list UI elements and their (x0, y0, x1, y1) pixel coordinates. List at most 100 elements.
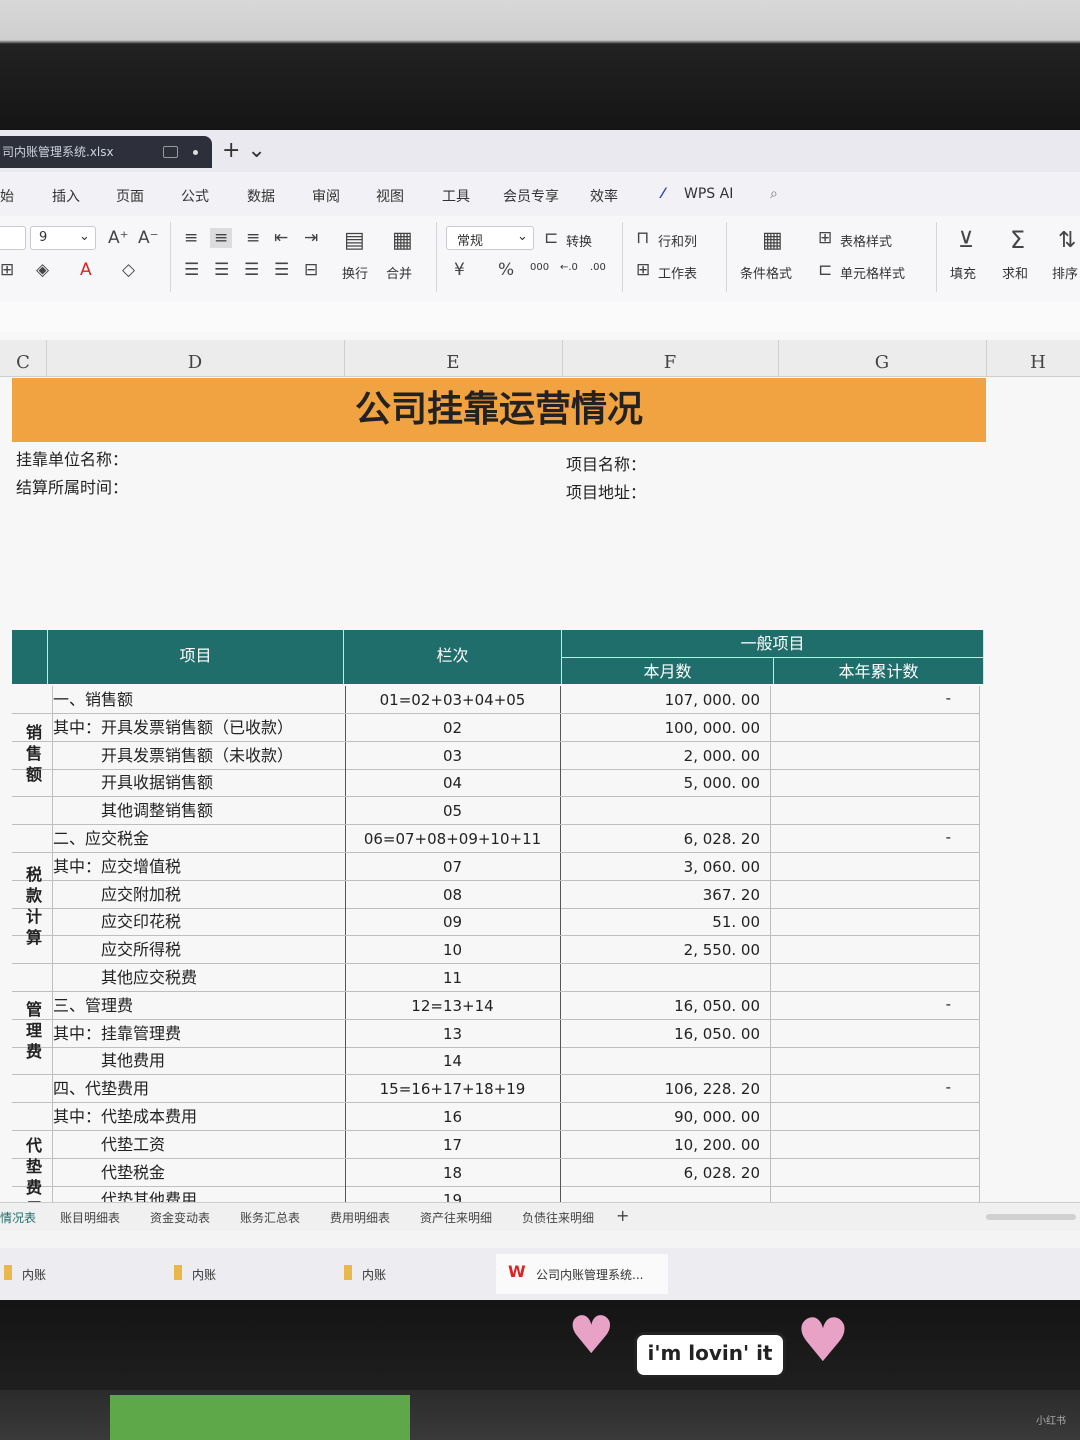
row-year-cell[interactable] (772, 936, 980, 964)
table-row[interactable]: 应交所得税 10 2, 550. 00 (12, 936, 980, 965)
row-column-no-cell[interactable]: 06=07+08+09+10+11 (345, 825, 561, 852)
row-item-cell[interactable]: 其他应交税费 (52, 964, 346, 991)
justify-icon[interactable]: ☰ (274, 260, 289, 280)
header-item[interactable]: 项目 (48, 630, 344, 684)
column-header-h[interactable]: H (986, 340, 1080, 376)
row-month-cell[interactable]: 6, 028. 20 (561, 1158, 771, 1186)
row-month-cell[interactable]: 5, 000. 00 (561, 769, 771, 797)
row-item-cell[interactable]: 四、代垫费用 (52, 1075, 346, 1103)
table-row[interactable]: 开具发票销售额（未收款） 03 2, 000. 00 (12, 741, 980, 770)
row-year-cell[interactable] (772, 908, 980, 936)
header-general-items[interactable]: 一般项目 (562, 630, 984, 658)
row-item-cell[interactable]: 应交印花税 (52, 908, 346, 936)
row-month-cell[interactable]: 100, 000. 00 (561, 713, 771, 741)
menu-insert[interactable]: 插入 (52, 186, 80, 206)
row-column-no-cell[interactable]: 09 (345, 908, 561, 936)
row-month-cell[interactable]: 367. 20 (561, 880, 771, 908)
formula-bar[interactable] (0, 302, 1080, 333)
row-year-cell[interactable] (772, 1186, 980, 1202)
menu-tools[interactable]: 工具 (442, 186, 470, 206)
menu-view[interactable]: 视图 (376, 186, 404, 206)
table-row[interactable]: 其中：开具发票销售额（已收款） 02 100, 000. 00 (12, 713, 980, 742)
row-item-cell[interactable]: 开具发票销售额（未收款） (52, 741, 346, 769)
align-left-icon[interactable]: ☰ (184, 260, 199, 280)
column-header-e[interactable]: E (344, 340, 563, 376)
row-group-label[interactable]: 税款计算 (12, 825, 52, 992)
row-item-cell[interactable]: 一、销售额 (52, 686, 346, 713)
row-column-no-cell[interactable]: 13 (345, 1019, 561, 1047)
row-month-cell[interactable]: 3, 060. 00 (561, 852, 771, 880)
table-style-button[interactable]: 表格样式 (840, 231, 892, 250)
cell-style-button[interactable]: 单元格样式 (840, 263, 905, 282)
percent-icon[interactable]: % (498, 260, 514, 280)
merge-icon[interactable]: ▦ (392, 228, 413, 253)
table-style-icon[interactable]: ⊞ (818, 228, 832, 248)
row-month-cell[interactable]: 107, 000. 00 (561, 686, 771, 713)
row-item-cell[interactable]: 二、应交税金 (52, 825, 346, 852)
row-year-cell[interactable] (772, 741, 980, 769)
row-column-no-cell[interactable]: 14 (345, 1047, 561, 1075)
cell-style-icon[interactable]: ⊏ (818, 260, 832, 280)
row-item-cell[interactable]: 其中：挂靠管理费 (52, 1019, 346, 1047)
column-header-f[interactable]: F (562, 340, 779, 376)
sort-button[interactable]: 排序 (1052, 263, 1078, 282)
cond-format-button[interactable]: 条件格式 (740, 263, 792, 282)
menu-member[interactable]: 会员专享 (503, 186, 559, 206)
row-item-cell[interactable]: 其中：应交增值税 (52, 852, 346, 880)
row-year-cell[interactable] (772, 880, 980, 908)
row-month-cell[interactable]: 90, 000. 00 (561, 1103, 771, 1130)
tab-fund-change[interactable]: 资金变动表 (150, 1209, 210, 1226)
sum-button[interactable]: 求和 (1002, 263, 1028, 282)
row-year-cell[interactable] (772, 964, 980, 991)
fill-button[interactable]: 填充 (950, 263, 976, 282)
row-column-no-cell[interactable]: 10 (345, 936, 561, 964)
column-header-g[interactable]: G (778, 340, 987, 376)
row-year-cell[interactable] (772, 1103, 980, 1130)
wrap-text-button[interactable]: 换行 (342, 263, 368, 282)
menu-start[interactable]: 始 (0, 186, 14, 206)
row-year-cell[interactable]: - (772, 686, 980, 713)
row-column-no-cell[interactable]: 19 (345, 1186, 561, 1202)
header-this-month[interactable]: 本月数 (562, 658, 774, 684)
table-row[interactable]: 四、代垫费用 15=16+17+18+19 106, 228. 20- (12, 1075, 980, 1104)
row-item-cell[interactable]: 其中：开具发票销售额（已收款） (52, 713, 346, 741)
row-item-cell[interactable]: 三、管理费 (52, 991, 346, 1019)
table-row[interactable]: 代垫工资 17 10, 200. 00 (12, 1130, 980, 1159)
row-item-cell[interactable]: 其他费用 (52, 1047, 346, 1075)
row-column-no-cell[interactable]: 11 (345, 964, 561, 991)
row-month-cell[interactable]: 16, 050. 00 (561, 991, 771, 1019)
row-item-cell[interactable]: 其中：代垫成本费用 (52, 1103, 346, 1130)
row-group-label[interactable]: 代垫费用计算 (12, 1075, 52, 1202)
monitor-icon[interactable] (163, 146, 178, 158)
row-item-cell[interactable]: 应交所得税 (52, 936, 346, 964)
spreadsheet-area[interactable]: C D E F G H 公司挂靠运营情况 挂靠单位名称： 结算所属时间： 项目名… (0, 332, 1080, 1202)
tab-expense-detail[interactable]: 费用明细表 (330, 1209, 390, 1226)
align-top-icon[interactable]: ≡ (184, 228, 198, 248)
table-row[interactable]: 一、销售额 01=02+03+04+05 107, 000. 00- (12, 686, 980, 714)
convert-button[interactable]: 转换 (566, 231, 592, 250)
worksheet-icon[interactable]: ⊞ (636, 260, 650, 280)
convert-icon[interactable]: ⊏ (544, 228, 558, 248)
row-year-cell[interactable] (772, 1019, 980, 1047)
period-label[interactable]: 结算所属时间： (16, 474, 128, 498)
row-column-no-cell[interactable]: 07 (345, 852, 561, 880)
thousands-icon[interactable]: 000 (530, 262, 549, 273)
row-item-cell[interactable]: 开具收据销售额 (52, 769, 346, 797)
table-row[interactable]: 代垫其他费用 19 (12, 1186, 980, 1202)
table-row[interactable]: 其他应交税费 11 (12, 964, 980, 992)
project-address-label[interactable]: 项目地址： (566, 479, 646, 503)
menu-wps-ai[interactable]: WPS AI (684, 186, 733, 202)
indent-increase-icon[interactable]: ⇥ (304, 228, 318, 248)
row-year-cell[interactable] (772, 1130, 980, 1158)
menu-review[interactable]: 审阅 (312, 186, 340, 206)
table-row[interactable]: 其中：代垫成本费用 16 90, 000. 00 (12, 1103, 980, 1131)
header-column-no[interactable]: 栏次 (344, 630, 562, 684)
table-row[interactable]: 应交印花税 09 51. 00 (12, 908, 980, 937)
border-icon[interactable]: ⊞ (0, 260, 14, 280)
sort-icon[interactable]: ⇅ (1058, 228, 1076, 253)
tab-status-sheet[interactable]: 情况表 (0, 1209, 36, 1226)
row-group-label[interactable]: 管理费 (12, 992, 52, 1076)
number-format-dropdown[interactable]: 常规 ⌄ (446, 226, 534, 250)
sum-icon[interactable]: Σ (1010, 226, 1025, 254)
taskbar-item-3[interactable]: 内账 (362, 1266, 386, 1283)
